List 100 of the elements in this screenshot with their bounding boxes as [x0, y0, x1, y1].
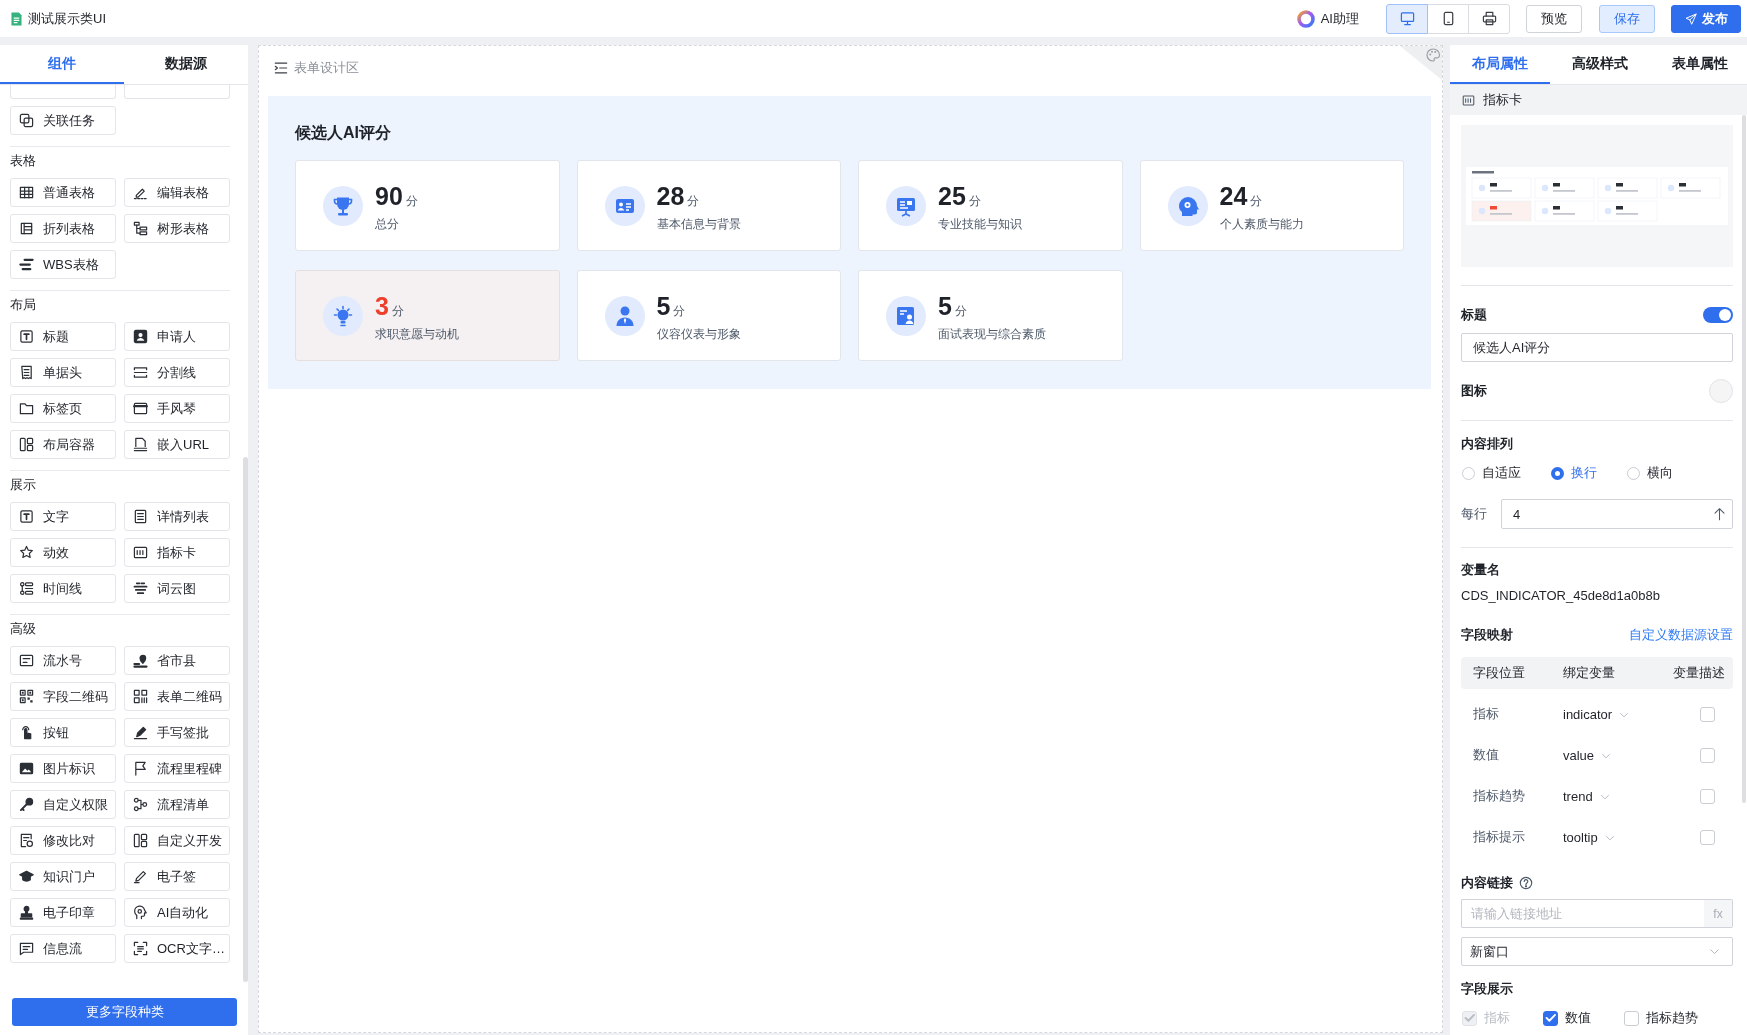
score-value: 25 — [938, 182, 966, 210]
component-button[interactable]: 图片标识 — [10, 754, 116, 783]
device-button[interactable] — [1386, 3, 1428, 34]
score-value: 24 — [1219, 182, 1248, 210]
person-suit-icon — [604, 295, 645, 336]
variable-select[interactable]: indicator — [1563, 707, 1630, 722]
component-button[interactable]: WBS表格 — [10, 250, 116, 279]
target-select[interactable]: 新窗口 — [1461, 937, 1733, 966]
checkbox[interactable] — [1543, 1010, 1558, 1026]
component-button[interactable]: 标题 — [10, 322, 116, 351]
indicator-card-icon — [1462, 93, 1475, 107]
component-button[interactable] — [10, 85, 116, 99]
score-label: 专业技能与知识 — [938, 216, 1022, 233]
component-button[interactable]: 知识门户 — [10, 862, 116, 891]
publish-button[interactable]: 发布 — [1671, 4, 1741, 33]
component-button[interactable]: 标签页 — [10, 394, 116, 423]
component-button[interactable]: 普通表格 — [10, 178, 116, 207]
radio-label[interactable]: 横向 — [1647, 464, 1673, 482]
component-button[interactable]: 折列表格 — [10, 214, 116, 243]
chevron-down-icon — [1709, 946, 1720, 957]
component-button[interactable]: 手写签批 — [124, 718, 230, 747]
preview-button[interactable]: 预览 — [1526, 4, 1582, 33]
component-button[interactable]: 信息流 — [10, 934, 116, 963]
tree-table-icon — [133, 221, 148, 236]
field-label: 字段展示 — [1461, 980, 1513, 998]
component-button[interactable]: 单据头 — [10, 358, 116, 387]
component-button[interactable]: 动效 — [10, 538, 116, 567]
radio-label[interactable]: 自适应 — [1482, 464, 1521, 482]
component-button[interactable]: 关联任务 — [10, 106, 116, 135]
variable-select[interactable]: value — [1563, 748, 1612, 763]
component-button[interactable]: 按钮 — [10, 718, 116, 747]
component-button[interactable] — [124, 85, 230, 99]
component-button[interactable]: 字段二维码 — [10, 682, 116, 711]
ring-logo-icon — [1296, 9, 1315, 28]
table-cell: 指标趋势 — [1473, 788, 1525, 805]
indicator-card-icon — [133, 545, 148, 560]
component-button[interactable]: 省市县 — [124, 646, 230, 675]
palette-corner-icon[interactable] — [1400, 46, 1442, 80]
pointer-hand-icon — [19, 725, 34, 740]
component-button[interactable]: 词云图 — [124, 574, 230, 603]
component-button[interactable]: 流程清单 — [124, 790, 230, 819]
device-button[interactable] — [1468, 3, 1510, 34]
component-button[interactable]: 文字 — [10, 502, 116, 531]
field-label: 字段映射 — [1461, 626, 1513, 644]
component-button[interactable]: 申请人 — [124, 322, 230, 351]
score-label: 求职意愿与动机 — [375, 326, 459, 343]
component-button[interactable]: 编辑表格 — [124, 178, 230, 207]
component-button[interactable]: 修改比对 — [10, 826, 116, 855]
gantt-bars-icon — [19, 257, 34, 272]
component-button[interactable]: 布局容器 — [10, 430, 116, 459]
checkbox-label[interactable]: 指标趋势 — [1646, 1009, 1698, 1027]
image-icon — [19, 761, 34, 776]
component-button[interactable]: 指标卡 — [124, 538, 230, 567]
folder-icon — [19, 401, 34, 416]
sparkle-star-icon — [19, 545, 34, 560]
monitor-icon — [1399, 11, 1415, 26]
component-button[interactable]: 时间线 — [10, 574, 116, 603]
component-button[interactable]: 嵌入URL — [124, 430, 230, 459]
component-button[interactable]: AI自动化 — [124, 898, 230, 927]
score-value: 5 — [656, 292, 671, 320]
component-button[interactable]: 表单二维码 — [124, 682, 230, 711]
radio-label[interactable]: 换行 — [1571, 464, 1597, 482]
more-fields-button[interactable]: 更多字段种类 — [12, 998, 237, 1026]
radio-button[interactable] — [1551, 466, 1564, 480]
field-label: 变量名 — [1461, 561, 1500, 579]
scrollbar-thumb[interactable] — [1742, 115, 1746, 803]
component-button[interactable]: 详情列表 — [124, 502, 230, 531]
arrow-up-icon[interactable] — [1713, 507, 1726, 521]
component-button[interactable]: 流程里程碑 — [124, 754, 230, 783]
component-button[interactable]: OCR文字… — [124, 934, 230, 963]
scrollbar-thumb[interactable] — [243, 457, 248, 982]
title-toggle[interactable] — [1703, 307, 1733, 323]
component-button[interactable]: 分割线 — [124, 358, 230, 387]
component-button[interactable]: 流水号 — [10, 646, 116, 675]
title-input[interactable]: 候选人AI评分 — [1461, 333, 1733, 362]
help-icon[interactable] — [1519, 876, 1533, 890]
component-button[interactable]: 电子签 — [124, 862, 230, 891]
component-button[interactable]: 自定义开发 — [124, 826, 230, 855]
canvas-title: 表单设计区 — [294, 59, 359, 77]
table-cell: 指标 — [1473, 706, 1499, 723]
checkbox-label[interactable]: 数值 — [1565, 1009, 1591, 1027]
document-icon — [11, 11, 22, 26]
save-button[interactable]: 保存 — [1599, 4, 1655, 33]
receipt-icon — [19, 365, 34, 380]
variable-select[interactable]: trend — [1563, 789, 1610, 804]
icon-picker[interactable] — [1709, 379, 1733, 403]
lightbulb-icon — [323, 295, 363, 336]
map-pin-icon — [133, 653, 148, 668]
score-label: 仪容仪表与形象 — [656, 326, 741, 343]
per-row-input[interactable]: 4 — [1501, 499, 1733, 529]
component-button[interactable]: 自定义权限 — [10, 790, 116, 819]
device-button[interactable] — [1427, 3, 1469, 34]
datasource-link[interactable]: 自定义数据源设置 — [1629, 626, 1733, 644]
variable-select[interactable]: tooltip — [1563, 830, 1615, 845]
score-label: 面试表现与综合素质 — [938, 326, 1046, 343]
component-button[interactable]: 树形表格 — [124, 214, 230, 243]
component-button[interactable]: 电子印章 — [10, 898, 116, 927]
component-button[interactable]: 手风琴 — [124, 394, 230, 423]
assistant-button[interactable]: AI助理 — [1296, 9, 1359, 28]
trophy-icon — [323, 185, 363, 226]
